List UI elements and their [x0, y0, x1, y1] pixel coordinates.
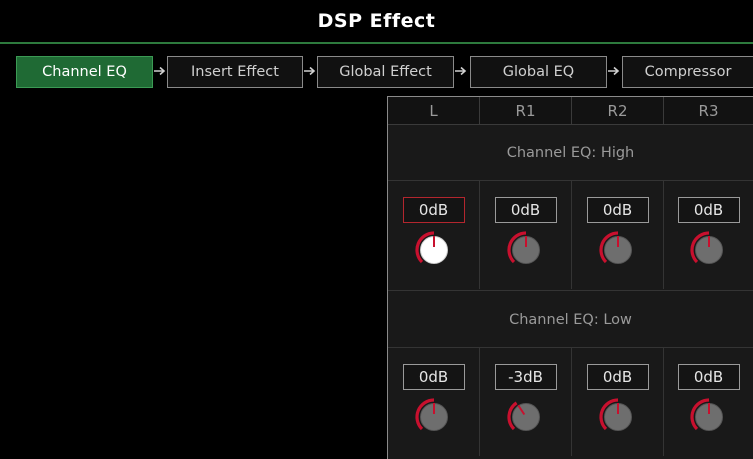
channel-eq-panel: L R1 R2 R3 Channel EQ: High 0dB 0dB 0dB … — [387, 96, 753, 459]
high-cell-r1: 0dB — [480, 181, 572, 289]
high-cell-r2: 0dB — [572, 181, 664, 289]
arrow-right-icon — [304, 66, 316, 76]
low-value-r1[interactable]: -3dB — [494, 364, 557, 390]
arrow-right-icon — [154, 66, 166, 76]
page-title: DSP Effect — [317, 10, 436, 32]
title-bar: DSP Effect — [0, 0, 753, 44]
high-knob-l[interactable] — [414, 230, 454, 270]
high-value-r2[interactable]: 0dB — [586, 197, 649, 223]
column-header-r1: R1 — [480, 97, 572, 125]
step-channel-eq[interactable]: Channel EQ — [16, 56, 153, 88]
arrow-right-icon — [455, 66, 467, 76]
step-compressor[interactable]: Compressor — [622, 56, 753, 88]
high-value-r1[interactable]: 0dB — [494, 197, 557, 223]
high-knob-r2[interactable] — [598, 230, 638, 270]
step-global-effect[interactable]: Global Effect — [317, 56, 454, 88]
low-value-l[interactable]: 0dB — [402, 364, 465, 390]
low-cell-r1: -3dB — [480, 348, 572, 456]
divider — [388, 290, 753, 291]
low-value-r3[interactable]: 0dB — [677, 364, 740, 390]
low-cell-r3: 0dB — [664, 348, 753, 456]
column-header-l: L — [388, 97, 480, 125]
high-cell-r3: 0dB — [664, 181, 753, 289]
high-value-r3[interactable]: 0dB — [677, 197, 740, 223]
low-knob-r1[interactable] — [506, 397, 546, 437]
low-cell-r2: 0dB — [572, 348, 664, 456]
column-header-r3: R3 — [664, 97, 753, 125]
knob-face — [511, 403, 540, 431]
low-value-r2[interactable]: 0dB — [586, 364, 649, 390]
high-cell-l: 0dB — [388, 181, 480, 289]
step-insert-effect[interactable]: Insert Effect — [167, 56, 303, 88]
step-global-eq[interactable]: Global EQ — [470, 56, 607, 88]
section-title-high: Channel EQ: High — [506, 145, 635, 161]
high-value-l[interactable]: 0dB — [402, 197, 465, 223]
low-cell-l: 0dB — [388, 348, 480, 456]
low-knob-l[interactable] — [414, 397, 454, 437]
low-knob-r2[interactable] — [598, 397, 638, 437]
high-knob-r1[interactable] — [506, 230, 546, 270]
low-knob-r3[interactable] — [689, 397, 729, 437]
column-header-r2: R2 — [572, 97, 664, 125]
high-knob-r3[interactable] — [689, 230, 729, 270]
arrow-right-icon — [608, 66, 620, 76]
section-title-low: Channel EQ: Low — [509, 312, 632, 328]
